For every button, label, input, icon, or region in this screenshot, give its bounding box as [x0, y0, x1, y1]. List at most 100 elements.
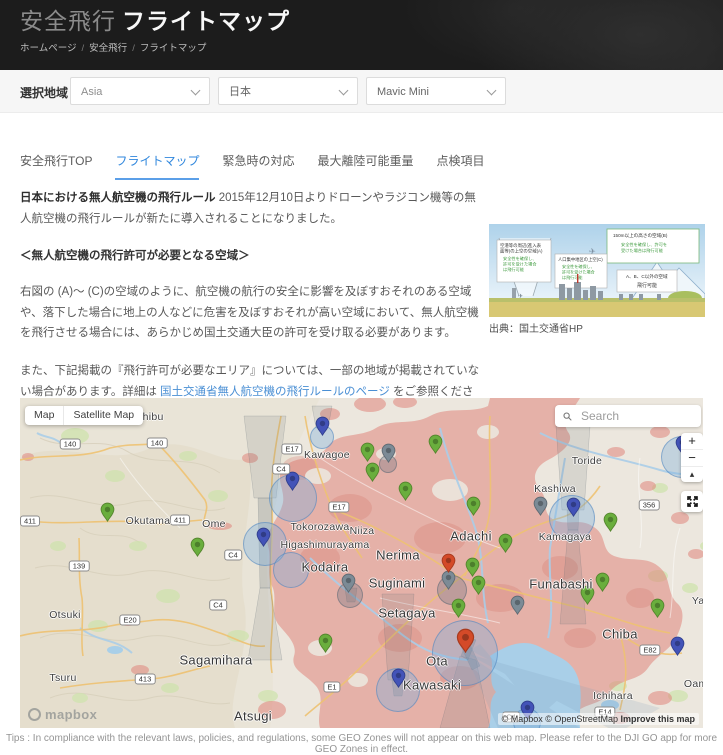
geo-zone-tip: Tips : In compliance with the relevant l… — [0, 733, 723, 755]
map-label-kodaira: Kodaira — [302, 560, 349, 575]
gray-zone-pin[interactable] — [510, 595, 525, 620]
chevron-down-icon — [487, 86, 497, 96]
route-shield-140: 140 — [147, 438, 168, 449]
route-shield-356: 356 — [639, 500, 660, 511]
green-zone-pin[interactable] — [398, 481, 413, 506]
green-zone-pin[interactable] — [100, 502, 115, 527]
svg-text:人口集中地区の上空(C): 人口集中地区の上空(C) — [558, 256, 603, 263]
map-label-yac: Yac — [692, 595, 703, 607]
map-style-map-button[interactable]: Map — [25, 406, 63, 425]
blue-zone-pin[interactable] — [285, 471, 300, 496]
country-select[interactable]: 日本 — [218, 77, 358, 105]
svg-text:は飛行可能: は飛行可能 — [562, 274, 582, 280]
map-label-otsuki: Otsuki — [49, 609, 81, 621]
page-title-section: 安全飛行 — [20, 8, 116, 34]
tab-4[interactable]: 点検項目 — [437, 152, 485, 178]
green-zone-pin[interactable] — [190, 537, 205, 562]
green-zone-pin[interactable] — [498, 533, 513, 558]
breadcrumb: ホームページ/安全飛行/フライトマップ — [20, 40, 206, 54]
map-label-tsuru: Tsuru — [49, 672, 76, 684]
osm-attribution-link[interactable]: © OpenStreetMap — [545, 714, 618, 724]
green-zone-pin[interactable] — [428, 434, 443, 459]
red-zone-pin[interactable] — [456, 628, 475, 658]
svg-text:安全性を確保し、許可を: 安全性を確保し、許可を — [621, 241, 667, 248]
airspace-paragraph: 右図の (A)～ (C)の空域のように、航空機の航行の安全に影響を及ぼすおそれの… — [20, 282, 482, 344]
map-label-kawasaki: Kawasaki — [403, 678, 461, 693]
green-zone-pin[interactable] — [365, 462, 380, 487]
map-label-adachi: Adachi — [450, 529, 492, 544]
map-search-box[interactable] — [555, 405, 701, 427]
svg-text:安全性を確保し、: 安全性を確保し、 — [562, 263, 595, 269]
blue-zone-pin[interactable] — [566, 497, 581, 522]
green-zone-pin[interactable] — [466, 496, 481, 521]
svg-text:面等)の上空の空域(A): 面等)の上空の空域(A) — [500, 248, 543, 255]
breadcrumb-item-0[interactable]: ホームページ — [20, 43, 77, 54]
route-shield-139: 139 — [69, 561, 90, 572]
map-attribution: © Mapbox © OpenStreetMap Improve this ma… — [498, 713, 699, 725]
mapbox-logo-text: mapbox — [45, 707, 97, 722]
continent-select-value: Asia — [81, 86, 102, 98]
green-zone-pin[interactable] — [451, 598, 466, 623]
search-icon — [563, 410, 572, 423]
page-title-page: フライトマップ — [122, 8, 290, 34]
mapbox-attribution-link[interactable]: © Mapbox — [502, 714, 543, 724]
map-label-kamagaya: Kamagaya — [539, 531, 592, 543]
green-zone-pin[interactable] — [650, 598, 665, 623]
tab-0[interactable]: 安全飛行TOP — [20, 152, 92, 178]
tab-2[interactable]: 緊急時の対応 — [222, 152, 294, 178]
green-zone-pin[interactable] — [471, 575, 486, 600]
route-shield-E82: E82 — [639, 645, 660, 656]
blue-zone-pin[interactable] — [315, 416, 330, 441]
map-label-okutama: Okutama — [126, 515, 171, 527]
mlit-rules-link[interactable]: 国土交通省無人航空機の飛行ルールのページ — [160, 386, 390, 398]
airspace-diagram: ✈ 空港等の周辺(進入表 面等)の上空の空域(A) 安全性を確保し、 許可を受け… — [489, 224, 705, 317]
search-input[interactable] — [579, 408, 693, 424]
map-label-higashimurayama: Higashimurayama — [280, 539, 369, 551]
fullscreen-icon — [685, 494, 700, 509]
continent-select[interactable]: Asia — [70, 77, 210, 105]
tab-1-active[interactable]: フライトマップ — [115, 152, 199, 180]
map-label-tokorozawa: Tokorozawa — [290, 521, 349, 533]
page-header: 安全飛行フライトマップ ホームページ/安全飛行/フライトマップ — [0, 0, 723, 70]
map-label-suginami: Suginami — [369, 576, 426, 591]
map-label-ichihara: Ichihara — [593, 690, 633, 702]
map-label-ome: Ome — [202, 518, 226, 530]
route-shield-C4: C4 — [224, 550, 242, 561]
route-shield-E20: E20 — [119, 615, 140, 626]
gray-zone-pin[interactable] — [381, 443, 396, 468]
geo-zone-map[interactable]: 140140411411139C4C4C4C4E17E17E20413356E8… — [20, 398, 703, 728]
region-filter-label: 選択地域 — [20, 84, 68, 101]
improve-map-link[interactable]: Improve this map — [620, 714, 695, 724]
zoom-out-button[interactable]: − — [681, 449, 703, 466]
breadcrumb-item-1[interactable]: 安全飛行 — [89, 43, 127, 54]
zoom-in-button[interactable]: + — [681, 433, 703, 449]
map-style-satellite-button[interactable]: Satellite Map — [63, 406, 143, 425]
green-zone-pin[interactable] — [595, 572, 610, 597]
fullscreen-button[interactable] — [681, 491, 703, 512]
svg-text:A、B、C以外の空域: A、B、C以外の空域 — [626, 273, 668, 280]
compass-button[interactable]: ▴ — [681, 466, 703, 482]
map-label-niiza: Niiza — [350, 525, 375, 537]
map-label-atsugi: Atsugi — [234, 709, 272, 724]
breadcrumb-item-2[interactable]: フライトマップ — [140, 43, 207, 54]
blue-zone-pin[interactable] — [670, 636, 685, 661]
route-shield-E17: E17 — [328, 502, 349, 513]
map-overlay: 140140411411139C4C4C4C4E17E17E20413356E8… — [20, 398, 703, 728]
gray-zone-pin[interactable] — [533, 496, 548, 521]
green-zone-pin[interactable] — [603, 512, 618, 537]
route-shield-E17: E17 — [281, 444, 302, 455]
gray-zone-pin[interactable] — [341, 573, 356, 598]
blue-zone-pin[interactable] — [256, 527, 271, 552]
product-select[interactable]: Mavic Mini — [366, 77, 506, 105]
mapbox-logo[interactable]: mapbox — [28, 707, 97, 722]
page: 安全飛行フライトマップ ホームページ/安全飛行/フライトマップ 選択地域 Asi… — [0, 0, 723, 750]
chevron-down-icon — [191, 86, 201, 96]
map-label-toride: Toride — [572, 455, 602, 467]
svg-text:は飛行可能: は飛行可能 — [503, 266, 525, 273]
airspace-heading: ＜無人航空機の飛行許可が必要となる空域＞ — [20, 246, 482, 267]
tab-3[interactable]: 最大離陸可能重量 — [317, 152, 413, 178]
red-zone-pin[interactable] — [441, 553, 456, 578]
route-shield-140: 140 — [60, 439, 81, 450]
green-zone-pin[interactable] — [318, 633, 333, 658]
airport-plane-icon: ✈ — [518, 293, 523, 300]
